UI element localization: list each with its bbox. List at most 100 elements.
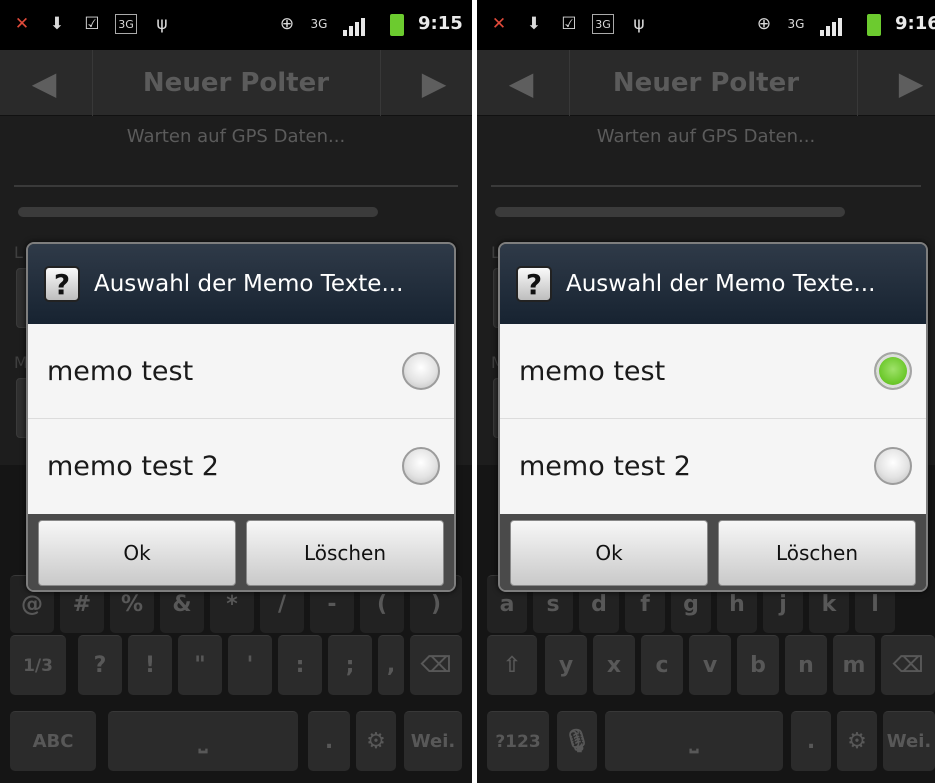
gps-icon: ⊕ <box>279 14 295 34</box>
delete-button[interactable]: Löschen <box>718 520 916 586</box>
download-icon: ⬇ <box>526 14 542 34</box>
radio-button[interactable] <box>402 447 440 485</box>
clock: 9:16 <box>895 13 935 34</box>
page-title: Neuer Polter <box>612 68 800 98</box>
signal-icon <box>819 16 843 36</box>
list-item-label: memo test 2 <box>519 450 691 482</box>
key[interactable]: , <box>378 635 404 695</box>
key[interactable]: ? <box>78 635 122 695</box>
missed-call-icon: ✕ <box>14 14 30 34</box>
phone-screen-left: ✕ ⬇ ☑ 3G ψ ⊕ 3G 9:15 ◀ Neuer Polter ▶ Wa… <box>0 0 472 783</box>
gps-status: Warten auf GPS Daten... <box>126 126 346 147</box>
key[interactable]: n <box>785 635 827 695</box>
divider <box>857 50 858 116</box>
battery-icon <box>390 14 404 36</box>
backspace-key[interactable]: ⌫ <box>881 635 935 695</box>
key[interactable]: v <box>689 635 731 695</box>
key-symbols-page[interactable]: 1/3 <box>10 635 66 695</box>
space-icon: ⎵ <box>198 729 208 754</box>
gps-icon: ⊕ <box>756 14 772 34</box>
question-icon: ? <box>44 266 80 302</box>
key-abc[interactable]: ABC <box>10 711 96 771</box>
ok-button[interactable]: Ok <box>510 520 708 586</box>
list-item[interactable]: memo test <box>28 324 454 418</box>
space-icon: ⎵ <box>689 729 699 754</box>
backspace-icon: ⌫ <box>420 653 452 678</box>
space-key[interactable]: ⎵ <box>605 711 783 771</box>
next-arrow-icon[interactable]: ▶ <box>414 63 454 103</box>
progress-bar <box>18 207 378 217</box>
signal-icon <box>342 16 366 36</box>
delete-button[interactable]: Löschen <box>246 520 444 586</box>
list-item-label: memo test <box>519 355 666 387</box>
3g-data-icon: 3G <box>787 17 805 31</box>
key[interactable]: b <box>737 635 779 695</box>
backspace-key[interactable]: ⌫ <box>410 635 462 695</box>
task-done-icon: ☑ <box>84 14 100 34</box>
list-item[interactable]: memo test <box>500 324 926 418</box>
shift-icon: ⇧ <box>502 653 522 678</box>
3g-icon: 3G <box>115 14 137 34</box>
list-item-label: memo test <box>47 355 194 387</box>
memo-select-dialog: ? Auswahl der Memo Texte... memo test me… <box>498 242 928 592</box>
radio-button[interactable] <box>402 352 440 390</box>
settings-key[interactable]: ⚙ <box>837 711 877 771</box>
key[interactable]: c <box>641 635 683 695</box>
usb-icon: ψ <box>633 14 645 34</box>
progress-bar <box>495 207 845 217</box>
dialog-header: ? Auswahl der Memo Texte... <box>28 244 454 324</box>
list-item-label: memo test 2 <box>47 450 219 482</box>
key-period[interactable]: . <box>791 711 831 771</box>
key[interactable]: y <box>545 635 587 695</box>
clock: 9:15 <box>418 13 463 34</box>
radio-button[interactable] <box>874 447 912 485</box>
key[interactable]: x <box>593 635 635 695</box>
microphone-icon: 🎙 <box>563 729 591 754</box>
key-period[interactable]: . <box>308 711 350 771</box>
title-bar: ◀ Neuer Polter ▶ <box>477 50 935 116</box>
next-arrow-icon[interactable]: ▶ <box>891 63 931 103</box>
key[interactable]: : <box>278 635 322 695</box>
memo-list: memo test memo test 2 <box>28 324 454 514</box>
settings-key[interactable]: ⚙ <box>356 711 396 771</box>
status-bar: ✕ ⬇ ☑ 3G ψ ⊕ 3G 9:16 <box>477 0 935 50</box>
usb-icon: ψ <box>156 14 168 34</box>
download-icon: ⬇ <box>49 14 65 34</box>
gps-status: Warten auf GPS Daten... <box>596 126 816 147</box>
list-item[interactable]: memo test 2 <box>500 419 926 513</box>
key[interactable]: ! <box>128 635 172 695</box>
memo-select-dialog: ? Auswahl der Memo Texte... memo test me… <box>26 242 456 592</box>
key-next[interactable]: Wei. <box>404 711 462 771</box>
input-underline <box>491 185 921 187</box>
field-label-fragment: L <box>14 243 23 262</box>
key[interactable]: ' <box>228 635 272 695</box>
gear-icon: ⚙ <box>847 729 867 754</box>
backspace-icon: ⌫ <box>892 653 924 678</box>
key-next[interactable]: Wei. <box>883 711 935 771</box>
shift-key[interactable]: ⇧ <box>487 635 537 695</box>
dialog-title: Auswahl der Memo Texte... <box>566 271 876 297</box>
input-underline <box>14 185 458 187</box>
task-done-icon: ☑ <box>561 14 577 34</box>
list-item[interactable]: memo test 2 <box>28 419 454 513</box>
dialog-title: Auswahl der Memo Texte... <box>94 271 404 297</box>
status-bar: ✕ ⬇ ☑ 3G ψ ⊕ 3G 9:15 <box>0 0 472 50</box>
divider <box>380 50 381 116</box>
page-title: Neuer Polter <box>142 68 330 98</box>
memo-list: memo test memo test 2 <box>500 324 926 514</box>
dialog-button-bar: Ok Löschen <box>28 514 454 590</box>
3g-data-icon: 3G <box>310 17 328 31</box>
key[interactable]: m <box>833 635 875 695</box>
phone-screen-right: ✕ ⬇ ☑ 3G ψ ⊕ 3G 9:16 ◀ Neuer Polter ▶ Wa… <box>477 0 935 783</box>
missed-call-icon: ✕ <box>491 14 507 34</box>
microphone-key[interactable]: 🎙 <box>557 711 597 771</box>
key[interactable]: " <box>178 635 222 695</box>
ok-button[interactable]: Ok <box>38 520 236 586</box>
key-symbols[interactable]: ?123 <box>487 711 549 771</box>
radio-button-selected[interactable] <box>874 352 912 390</box>
space-key[interactable]: ⎵ <box>108 711 298 771</box>
3g-icon: 3G <box>592 14 614 34</box>
question-icon: ? <box>516 266 552 302</box>
dialog-header: ? Auswahl der Memo Texte... <box>500 244 926 324</box>
key[interactable]: ; <box>328 635 372 695</box>
